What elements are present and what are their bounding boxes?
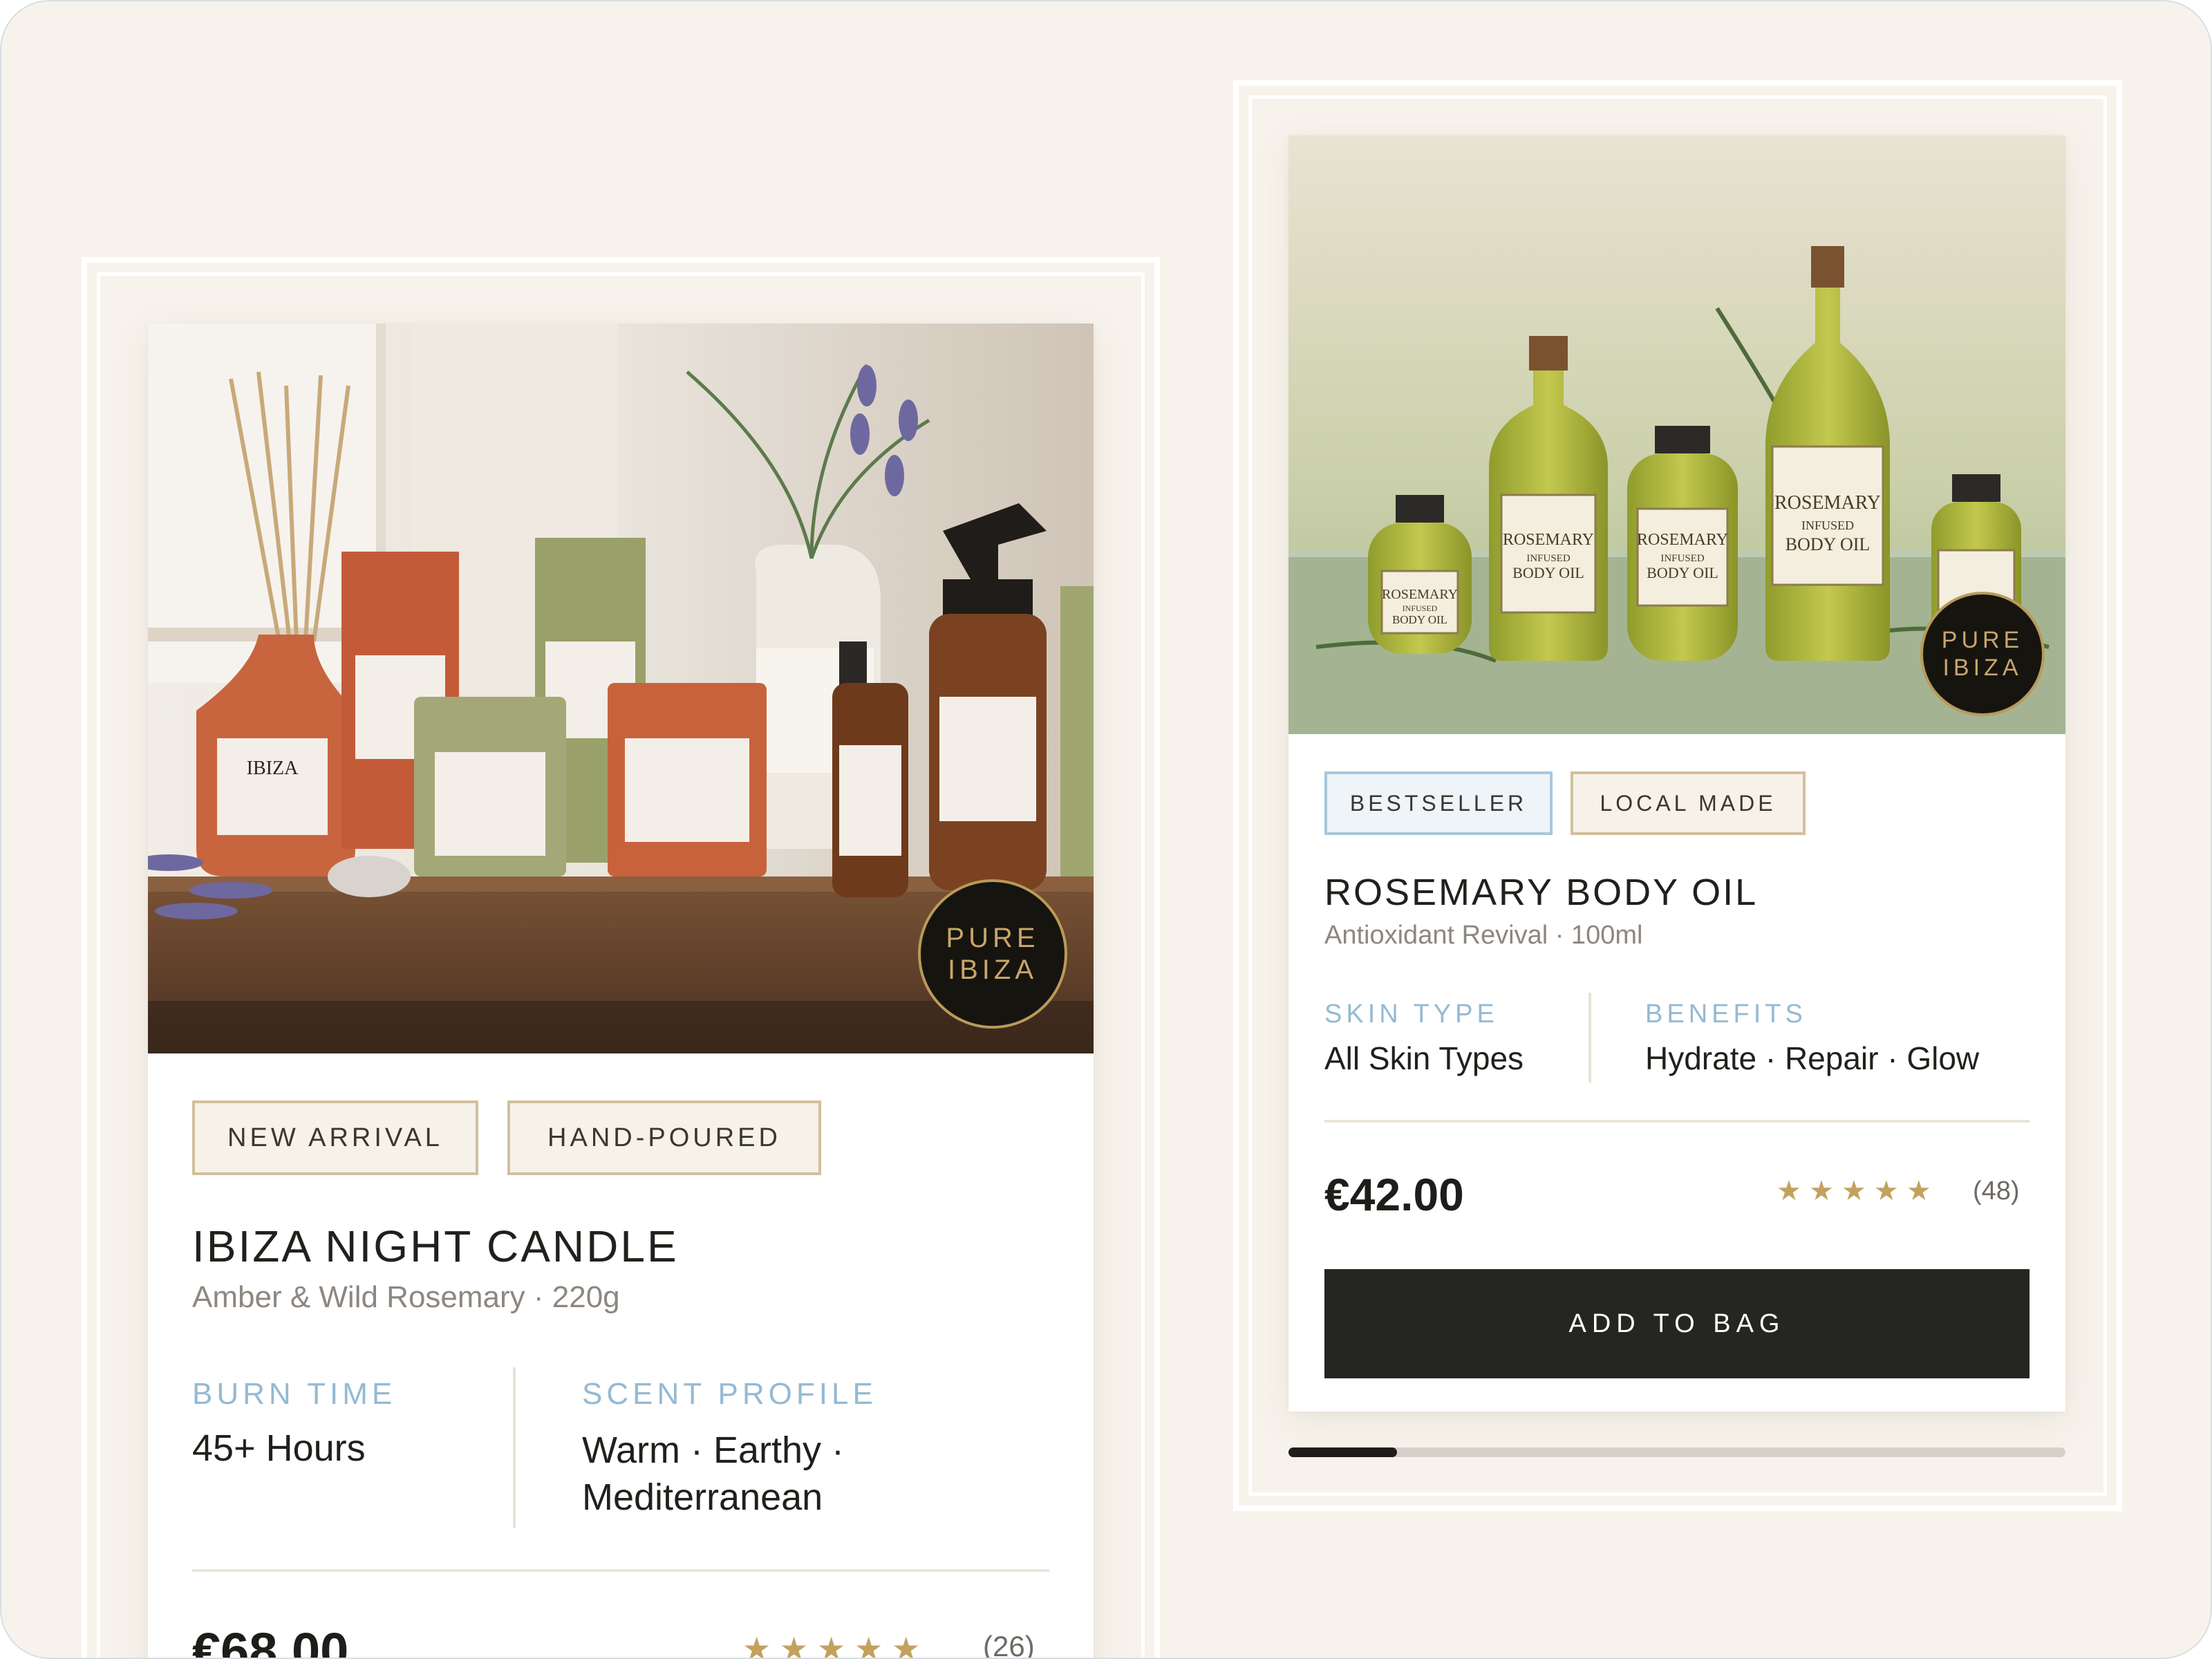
spec-divider: [1588, 993, 1591, 1082]
spec-label-benefits: BENEFITS: [1645, 1000, 1807, 1029]
product-subtitle: Amber & Wild Rosemary · 220g: [192, 1280, 620, 1314]
product-label-text: IBIZA: [247, 758, 299, 779]
tag-local-made: LOCAL MADE: [1571, 771, 1806, 835]
spec-value-scent-profile: Warm · Earthy · Mediterranean: [582, 1430, 845, 1518]
rating-stars: ★ ★ ★ ★ ★: [742, 1631, 921, 1659]
bottle-label-text: BODY OIL: [1647, 564, 1718, 581]
tag-hand-poured: HAND-POURED: [507, 1100, 821, 1175]
product-price: €68.00: [192, 1622, 349, 1659]
add-to-bag-button[interactable]: ADD TO BAG: [1324, 1269, 2030, 1378]
bottle-label-text: INFUSED: [1801, 518, 1854, 532]
spec-label-burn-time: BURN TIME: [192, 1377, 397, 1411]
review-count[interactable]: (26): [983, 1630, 1035, 1658]
tag-bestseller: BESTSELLER: [1324, 771, 1553, 835]
bottle-label-text: BODY OIL: [1392, 613, 1447, 626]
app-canvas: IBIZA PURE IBIZA NEW ARRIVAL HAND-POURED…: [0, 0, 2212, 1659]
review-count[interactable]: (48): [1973, 1177, 2020, 1206]
bottle-label-text: INFUSED: [1526, 553, 1571, 564]
section-divider: [1324, 1120, 2030, 1123]
product-card-candle[interactable]: IBIZA PURE IBIZA NEW ARRIVAL HAND-POURED…: [148, 324, 1094, 1659]
brand-seal-badge: PURE IBIZA: [918, 879, 1067, 1029]
product-card-body-oil[interactable]: ROSEMARY INFUSED BODY OIL ROSEMARY INFUS…: [1288, 135, 2065, 1412]
badge-line: PURE: [1941, 627, 2024, 653]
bottle-label-text: INFUSED: [1660, 553, 1705, 564]
spec-value-burn-time: 45+ Hours: [192, 1427, 366, 1469]
badge-line: IBIZA: [947, 955, 1038, 985]
bottle-label-text: ROSEMARY: [1637, 531, 1728, 549]
section-divider: [192, 1569, 1049, 1572]
bottle-label-text: ROSEMARY: [1382, 587, 1458, 602]
tag-new-arrival: NEW ARRIVAL: [192, 1100, 478, 1175]
spec-value-skin-type: All Skin Types: [1324, 1040, 1524, 1076]
product-price: €42.00: [1324, 1169, 1464, 1220]
spec-label-scent-profile: SCENT PROFILE: [582, 1377, 877, 1411]
carousel-progress-bar[interactable]: [1288, 1447, 2065, 1457]
rating-stars: ★ ★ ★ ★ ★: [1777, 1176, 1931, 1206]
product-title: IBIZA NIGHT CANDLE: [192, 1221, 679, 1271]
brand-seal-badge: PURE IBIZA: [1920, 592, 2045, 716]
carousel-progress-fill: [1288, 1447, 1398, 1457]
bottle-label-text: ROSEMARY: [1774, 492, 1881, 514]
bottle-label-text: BODY OIL: [1512, 564, 1584, 581]
badge-line: IBIZA: [1942, 655, 2023, 681]
bottle-label-text: INFUSED: [1403, 603, 1438, 613]
product-title: ROSEMARY BODY OIL: [1324, 872, 1759, 913]
bottle-label-text: ROSEMARY: [1503, 531, 1594, 549]
spec-label-skin-type: SKIN TYPE: [1324, 1000, 1499, 1029]
badge-line: PURE: [946, 923, 1040, 953]
bottle-label-text: BODY OIL: [1785, 534, 1871, 554]
product-subtitle: Antioxidant Revival · 100ml: [1324, 921, 1643, 950]
spec-value-benefits: Hydrate · Repair · Glow: [1645, 1040, 1980, 1076]
spec-divider: [513, 1367, 516, 1528]
